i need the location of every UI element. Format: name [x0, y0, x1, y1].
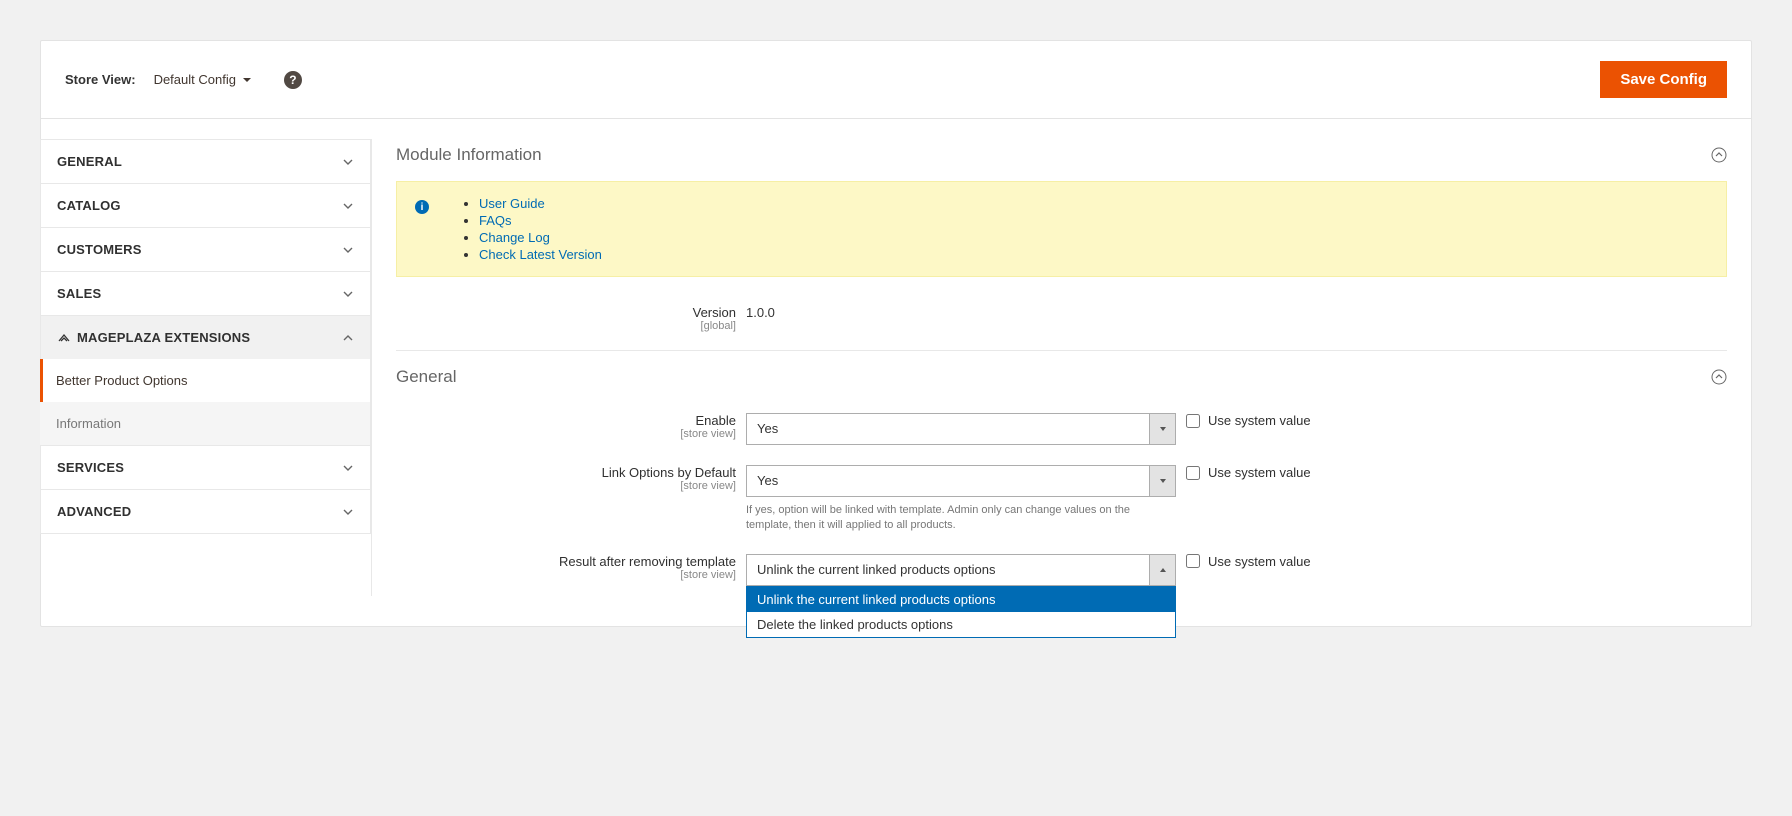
sidebar-section-sales[interactable]: SALES [40, 271, 371, 315]
save-config-button[interactable]: Save Config [1600, 61, 1727, 98]
sidebar-section-general[interactable]: GENERAL [40, 139, 371, 183]
module-info-notice: i User Guide FAQs Change Log Check Lates… [396, 181, 1727, 277]
sidebar-section-catalog[interactable]: CATALOG [40, 183, 371, 227]
caret-down-icon [1149, 414, 1175, 444]
result-after-remove-select[interactable]: Unlink the current linked products optio… [746, 554, 1176, 586]
use-system-label: Use system value [1208, 554, 1311, 569]
collapse-icon[interactable] [1711, 147, 1727, 163]
scope-label: [store view] [396, 569, 736, 581]
sidebar-section-mageplaza[interactable]: MAGEPLAZA EXTENSIONS [40, 315, 371, 359]
sidebar-label: ADVANCED [57, 504, 131, 519]
section-title: Module Information [396, 145, 542, 165]
field-row-version: Version [global] 1.0.0 [396, 295, 1727, 351]
caret-down-icon [242, 75, 252, 85]
store-view-value: Default Config [154, 72, 236, 87]
section-general-header[interactable]: General [396, 361, 1727, 393]
chevron-down-icon [342, 156, 354, 168]
field-label: Enable [696, 413, 736, 428]
sidebar-sub-better-product-options[interactable]: Better Product Options [40, 359, 371, 402]
use-system-label: Use system value [1208, 465, 1311, 480]
link-check-latest-version[interactable]: Check Latest Version [479, 247, 602, 262]
chevron-down-icon [342, 506, 354, 518]
scope-label: [global] [396, 320, 736, 332]
chevron-up-icon [342, 332, 354, 344]
chevron-down-icon [342, 244, 354, 256]
sidebar-label: CUSTOMERS [57, 242, 142, 257]
sidebar-label: GENERAL [57, 154, 122, 169]
link-user-guide[interactable]: User Guide [479, 196, 545, 211]
store-view-selector[interactable]: Default Config [154, 72, 252, 87]
chevron-down-icon [342, 288, 354, 300]
dropdown-option-delete[interactable]: Delete the linked products options [747, 612, 1175, 637]
section-module-info-header[interactable]: Module Information [396, 139, 1727, 171]
sidebar-section-advanced[interactable]: ADVANCED [40, 489, 371, 534]
field-label: Link Options by Default [602, 465, 736, 480]
sidebar-section-customers[interactable]: CUSTOMERS [40, 227, 371, 271]
field-row-enable: Enable [store view] Yes Use system value [396, 403, 1727, 455]
caret-up-icon [1149, 555, 1175, 585]
use-system-checkbox[interactable] [1186, 554, 1200, 568]
field-row-result-after-remove: Result after removing template [store vi… [396, 544, 1727, 596]
link-options-select[interactable]: Yes [746, 465, 1176, 497]
dropdown-option-unlink[interactable]: Unlink the current linked products optio… [747, 587, 1175, 612]
field-row-link-options: Link Options by Default [store view] Yes… [396, 455, 1727, 544]
sidebar-sub-information[interactable]: Information [40, 402, 371, 445]
help-icon[interactable]: ? [284, 71, 302, 89]
config-sidebar: GENERAL CATALOG CUSTOMERS SALES MAGEPLAZ… [40, 139, 372, 596]
result-after-remove-dropdown: Unlink the current linked products optio… [746, 586, 1176, 638]
collapse-icon[interactable] [1711, 369, 1727, 385]
header-bar: Store View: Default Config ? Save Config [41, 41, 1751, 119]
config-content: Module Information i User Guide FAQs Cha… [372, 119, 1751, 626]
scope-label: [store view] [396, 428, 736, 440]
use-system-checkbox[interactable] [1186, 466, 1200, 480]
link-change-log[interactable]: Change Log [479, 230, 550, 245]
sidebar-label: MAGEPLAZA EXTENSIONS [77, 330, 250, 345]
select-value: Unlink the current linked products optio… [747, 555, 1149, 585]
info-icon: i [415, 200, 429, 214]
use-system-label: Use system value [1208, 413, 1311, 428]
sidebar-label: CATALOG [57, 198, 121, 213]
field-label: Result after removing template [559, 554, 736, 569]
use-system-checkbox[interactable] [1186, 414, 1200, 428]
sidebar-section-services[interactable]: SERVICES [40, 445, 371, 489]
select-value: Yes [747, 414, 1149, 444]
field-hint: If yes, option will be linked with templ… [746, 503, 1176, 534]
chevron-down-icon [342, 462, 354, 474]
version-value: 1.0.0 [746, 305, 1176, 320]
scope-label: [store view] [396, 480, 736, 492]
select-value: Yes [747, 466, 1149, 496]
version-label: Version [693, 305, 736, 320]
mageplaza-icon [57, 331, 71, 345]
sidebar-label: SALES [57, 286, 101, 301]
config-panel: Store View: Default Config ? Save Config… [40, 40, 1752, 627]
chevron-down-icon [342, 200, 354, 212]
store-view-label: Store View: [65, 72, 136, 87]
sidebar-label: SERVICES [57, 460, 124, 475]
section-title: General [396, 367, 456, 387]
link-faqs[interactable]: FAQs [479, 213, 512, 228]
caret-down-icon [1149, 466, 1175, 496]
enable-select[interactable]: Yes [746, 413, 1176, 445]
